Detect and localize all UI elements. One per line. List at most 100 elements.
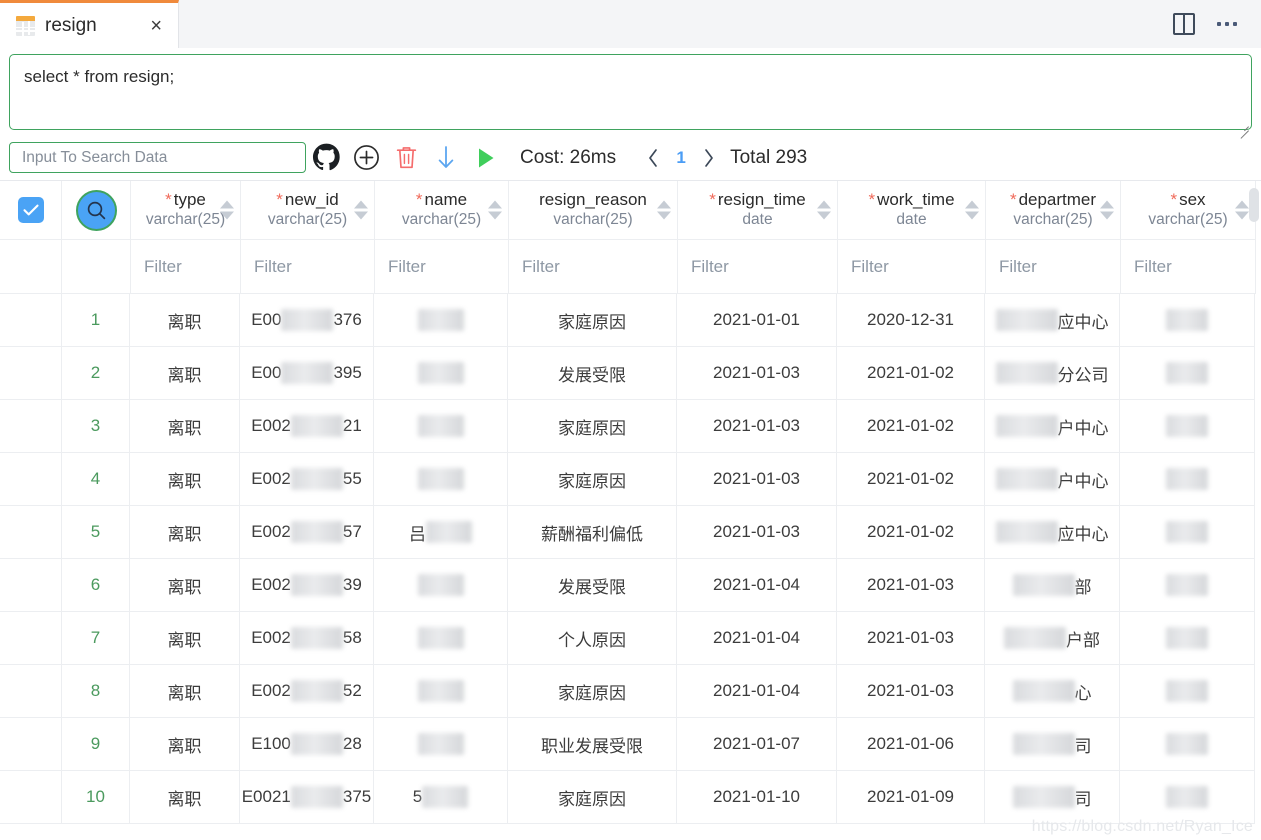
github-icon[interactable]: [306, 138, 346, 178]
sort-toggle-icon[interactable]: [1100, 200, 1114, 220]
table-row[interactable]: 10 离职 E0021 375 5 家庭原因 2021-01-10 2021-01-09 司: [0, 771, 1261, 824]
cell-type[interactable]: 离职: [130, 665, 240, 718]
cell-resign_reason[interactable]: 发展受限: [508, 347, 677, 400]
cell-resign_reason[interactable]: 家庭原因: [508, 294, 677, 347]
cell-name[interactable]: [374, 400, 508, 453]
filter-cell-resign_reason[interactable]: Filter: [509, 240, 678, 294]
row-select-cell[interactable]: [0, 718, 62, 771]
cell-department[interactable]: 户中心: [985, 400, 1120, 453]
cell-new_id[interactable]: E0021 375: [240, 771, 374, 824]
cell-sex[interactable]: [1120, 347, 1255, 400]
cell-type[interactable]: 离职: [130, 771, 240, 824]
cell-sex[interactable]: [1120, 771, 1255, 824]
cell-resign_reason[interactable]: 家庭原因: [508, 453, 677, 506]
cell-type[interactable]: 离职: [130, 400, 240, 453]
cell-new_id[interactable]: E00 376: [240, 294, 374, 347]
table-row[interactable]: 9 离职 E100 28 职业发展受限 2021-01-07 2021-01-06 司: [0, 718, 1261, 771]
add-row-icon[interactable]: [346, 138, 386, 178]
table-row[interactable]: 7 离职 E002 58 个人原因 2021-01-04 2021-01-03 户部: [0, 612, 1261, 665]
cell-new_id[interactable]: E002 52: [240, 665, 374, 718]
sort-toggle-icon[interactable]: [220, 200, 234, 220]
cell-name[interactable]: [374, 718, 508, 771]
cell-department[interactable]: 户部: [985, 612, 1120, 665]
select-all-checkbox[interactable]: [17, 197, 44, 223]
cell-type[interactable]: 离职: [130, 718, 240, 771]
cell-sex[interactable]: [1120, 559, 1255, 612]
cell-department[interactable]: 司: [985, 771, 1120, 824]
row-select-cell[interactable]: [0, 559, 62, 612]
cell-new_id[interactable]: E002 55: [240, 453, 374, 506]
cell-work_time[interactable]: 2021-01-03: [837, 665, 985, 718]
row-select-cell[interactable]: [0, 506, 62, 559]
table-row[interactable]: 5 离职 E002 57 吕 薪酬福利偏低 2021-01-03 2021-01-02 应中心: [0, 506, 1261, 559]
table-row[interactable]: 1 离职 E00 376 家庭原因 2021-01-01 2020-12-31 应中心: [0, 294, 1261, 347]
cell-sex[interactable]: [1120, 718, 1255, 771]
column-header-name[interactable]: * name varchar(25): [375, 181, 509, 240]
cell-type[interactable]: 离职: [130, 506, 240, 559]
next-page-icon[interactable]: [694, 143, 724, 173]
row-select-cell[interactable]: [0, 347, 62, 400]
row-select-cell[interactable]: [0, 294, 62, 347]
cell-type[interactable]: 离职: [130, 294, 240, 347]
table-row[interactable]: 6 离职 E002 39 发展受限 2021-01-04 2021-01-03 部: [0, 559, 1261, 612]
filter-cell-departmer[interactable]: Filter: [986, 240, 1121, 294]
more-options-icon[interactable]: [1217, 22, 1237, 26]
sql-input[interactable]: [9, 54, 1252, 130]
sort-toggle-icon[interactable]: [965, 200, 979, 220]
cell-name[interactable]: 吕: [374, 506, 508, 559]
cell-resign_time[interactable]: 2021-01-01: [677, 294, 837, 347]
cell-work_time[interactable]: 2021-01-03: [837, 559, 985, 612]
cell-resign_reason[interactable]: 家庭原因: [508, 665, 677, 718]
filter-cell-sex[interactable]: Filter: [1121, 240, 1256, 294]
cell-work_time[interactable]: 2021-01-02: [837, 453, 985, 506]
cell-name[interactable]: [374, 612, 508, 665]
cell-work_time[interactable]: 2021-01-02: [837, 506, 985, 559]
cell-name[interactable]: [374, 347, 508, 400]
cell-department[interactable]: 心: [985, 665, 1120, 718]
cell-resign_reason[interactable]: 家庭原因: [508, 400, 677, 453]
cell-name[interactable]: [374, 559, 508, 612]
cell-sex[interactable]: [1120, 612, 1255, 665]
cell-resign_time[interactable]: 2021-01-03: [677, 347, 837, 400]
cell-new_id[interactable]: E00 395: [240, 347, 374, 400]
close-icon[interactable]: ×: [146, 14, 166, 38]
cell-name[interactable]: [374, 294, 508, 347]
row-select-cell[interactable]: [0, 453, 62, 506]
table-row[interactable]: 4 离职 E002 55 家庭原因 2021-01-03 2021-01-02 户中心: [0, 453, 1261, 506]
split-panel-icon[interactable]: [1173, 13, 1195, 35]
cell-type[interactable]: 离职: [130, 559, 240, 612]
delete-row-icon[interactable]: [386, 138, 426, 178]
cell-department[interactable]: 应中心: [985, 506, 1120, 559]
filter-cell-type[interactable]: Filter: [131, 240, 241, 294]
prev-page-icon[interactable]: [638, 143, 668, 173]
cell-name[interactable]: 5: [374, 771, 508, 824]
cell-resign_time[interactable]: 2021-01-03: [677, 400, 837, 453]
sort-toggle-icon[interactable]: [657, 200, 671, 220]
sort-toggle-icon[interactable]: [817, 200, 831, 220]
cell-new_id[interactable]: E002 21: [240, 400, 374, 453]
filter-cell-resign_time[interactable]: Filter: [678, 240, 838, 294]
cell-work_time[interactable]: 2021-01-02: [837, 347, 985, 400]
cell-resign_reason[interactable]: 发展受限: [508, 559, 677, 612]
column-header-new_id[interactable]: * new_id varchar(25): [241, 181, 375, 240]
cell-resign_time[interactable]: 2021-01-04: [677, 665, 837, 718]
cell-sex[interactable]: [1120, 400, 1255, 453]
cell-department[interactable]: 司: [985, 718, 1120, 771]
sort-toggle-icon[interactable]: [354, 200, 368, 220]
column-header-work_time[interactable]: * work_time date: [838, 181, 986, 240]
search-rows-icon[interactable]: [75, 189, 117, 231]
cell-department[interactable]: 部: [985, 559, 1120, 612]
row-select-cell[interactable]: [0, 612, 62, 665]
column-header-resign_reason[interactable]: resign_reason varchar(25): [509, 181, 678, 240]
row-select-cell[interactable]: [0, 771, 62, 824]
cell-type[interactable]: 离职: [130, 612, 240, 665]
cell-resign_time[interactable]: 2021-01-07: [677, 718, 837, 771]
cell-resign_time[interactable]: 2021-01-03: [677, 506, 837, 559]
cell-work_time[interactable]: 2021-01-03: [837, 612, 985, 665]
row-select-cell[interactable]: [0, 665, 62, 718]
cell-type[interactable]: 离职: [130, 347, 240, 400]
sort-toggle-icon[interactable]: [1235, 200, 1249, 220]
cell-name[interactable]: [374, 665, 508, 718]
cell-department[interactable]: 户中心: [985, 453, 1120, 506]
table-row[interactable]: 2 离职 E00 395 发展受限 2021-01-03 2021-01-02 分公司: [0, 347, 1261, 400]
